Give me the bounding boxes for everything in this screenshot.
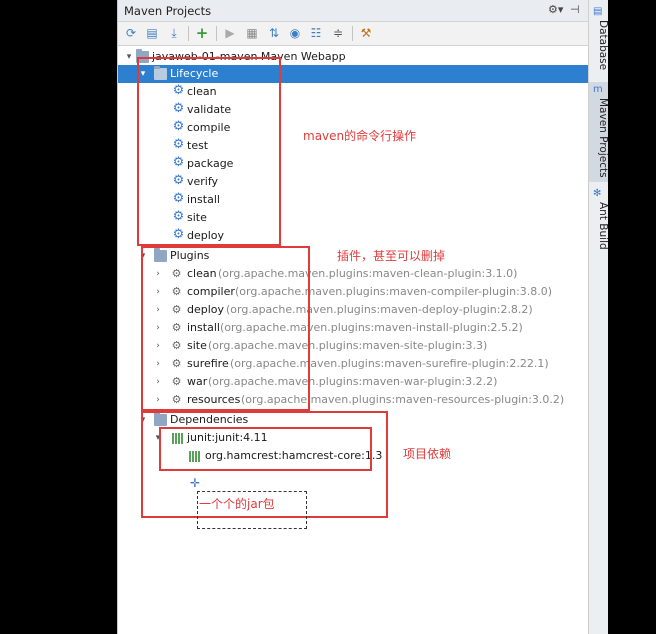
annotation-lifecycle-note: maven的命令行操作 — [303, 129, 417, 143]
maven-projects-panel: Maven Projects ⚙▾ ⊣ ⟳ ▤ ⤓ + ▶ ▦ ⇅ ◉ ☷ ≑ … — [117, 0, 589, 634]
run-icon[interactable]: ▶ — [222, 25, 238, 41]
panel-title: Maven Projects — [124, 4, 212, 18]
show-dependencies-icon[interactable]: ☷ — [308, 25, 324, 41]
annotation-box-lifecycle — [137, 57, 281, 246]
add-icon[interactable]: + — [194, 25, 210, 41]
crosshair-icon: ✛ — [190, 476, 201, 490]
background-right — [608, 0, 656, 634]
tab-ant-build[interactable]: ✻ Ant Build — [589, 186, 609, 256]
annotation-box-jar — [159, 427, 372, 471]
execute-goal-icon[interactable]: ▦ — [244, 25, 260, 41]
panel-titlebar: Maven Projects ⚙▾ ⊣ — [118, 0, 589, 22]
toggle-offline-icon[interactable]: ⇅ — [266, 25, 282, 41]
ant-icon: ✻ — [593, 188, 602, 199]
annotation-jar-note: 一个个的jar包 — [199, 497, 275, 511]
background-left — [0, 0, 117, 634]
collapse-all-icon[interactable]: ≑ — [330, 25, 346, 41]
reimport-icon[interactable]: ⟳ — [123, 25, 139, 41]
annotation-box-plugins — [141, 246, 310, 411]
settings-icon[interactable]: ⚒ — [358, 25, 374, 41]
gear-icon[interactable]: ⚙▾ — [548, 3, 563, 16]
skip-tests-icon[interactable]: ◉ — [287, 25, 303, 41]
annotation-plugins-note: 插件，甚至可以删掉 — [337, 249, 446, 263]
maven-icon: m — [593, 84, 603, 95]
right-tool-strip: ▤ Database m Maven Projects ✻ Ant Build — [588, 0, 609, 634]
pin-icon[interactable]: ⊣ — [570, 3, 580, 16]
chevron-down-icon[interactable]: ▾ — [124, 48, 134, 66]
tab-database[interactable]: ▤ Database — [589, 4, 609, 76]
tab-maven-projects[interactable]: m Maven Projects — [589, 82, 609, 182]
download-icon[interactable]: ⤓ — [166, 25, 182, 41]
generate-sources-icon[interactable]: ▤ — [144, 25, 160, 41]
annotation-deps-note: 项目依赖 — [403, 447, 452, 461]
database-icon: ▤ — [593, 6, 603, 17]
maven-toolbar: ⟳ ▤ ⤓ + ▶ ▦ ⇅ ◉ ☷ ≑ ⚒ — [118, 22, 589, 46]
